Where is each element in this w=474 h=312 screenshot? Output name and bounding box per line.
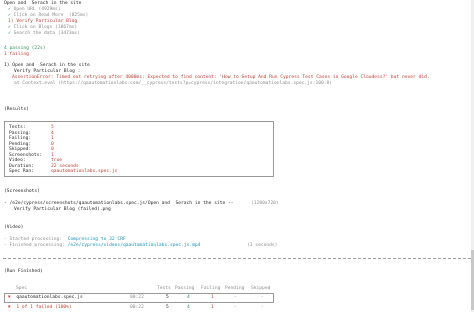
- results-box: Tests: 5 Passing: 4 Failing: 1 Pending: 0 Sk…: [4, 121, 274, 177]
- total-row: ✖ 1 of 1 failed (100%): [8, 305, 72, 311]
- spec-time: 00:22: [130, 295, 144, 300]
- screenshot-path: - /e2e/cypress/screenshots/qaautomationl…: [4, 201, 234, 206]
- terminal-window: Open and Serach in the site ✓ Open URL (…: [0, 0, 474, 312]
- test-item: ✓ Open URL (4929ms): [8, 7, 61, 12]
- spec-pending: -: [234, 295, 237, 300]
- check-icon: ✓: [8, 7, 11, 12]
- spec-skipped: -: [261, 295, 264, 300]
- screenshot-size: (1280x720): [251, 201, 279, 206]
- check-icon: ✓: [8, 25, 11, 30]
- section-divider: [3, 258, 471, 259]
- test-item: ✓ Search the data (3473ms): [8, 31, 80, 36]
- failing-summary: 1 failing: [4, 52, 29, 57]
- fail-x-icon: ✖: [8, 295, 11, 300]
- col-spec: Spec: [16, 286, 28, 291]
- suite-title: Open and Serach in the site: [4, 1, 82, 6]
- total-skipped: -: [261, 305, 264, 310]
- check-icon: ✓: [8, 13, 11, 18]
- col-failing: Failing: [201, 286, 221, 291]
- video-header: (Video): [4, 225, 24, 230]
- spec-name: qaautomationlabs.spec.js: [16, 295, 83, 300]
- error-location: at Context.eval (https://qaautomationlab…: [14, 81, 333, 86]
- total-tests: 5: [166, 305, 169, 310]
- total-label: 1 of 1 failed (100%): [16, 305, 72, 310]
- screenshots-header: (Screenshots): [4, 189, 40, 194]
- total-time: 00:22: [130, 305, 144, 310]
- results-row: Spec Ran: qaautomationlabs.spec.js: [9, 169, 118, 174]
- test-item: ✓ Click on Blogs (1867ms): [8, 25, 78, 30]
- failure-heading: 1) Open and Serach in the site: [4, 63, 90, 68]
- total-pending: -: [234, 305, 237, 310]
- fail-x-icon: ✖: [8, 305, 11, 310]
- test-item: 1) Verify Particular Blog: [8, 19, 78, 24]
- col-passing: Passing: [175, 286, 195, 291]
- video-start-line: - Started processing: Compressing to 32 …: [4, 237, 126, 242]
- failure-number: 1): [8, 19, 14, 24]
- total-failing: 1: [211, 305, 214, 310]
- check-icon: ✓: [8, 31, 11, 36]
- results-table: Tests: 5 Passing: 4 Failing: 1 Pending: 0 Sk…: [9, 125, 119, 175]
- passing-summary: 4 passing (22s): [4, 46, 46, 51]
- spec-failing: 1: [211, 295, 214, 300]
- spec-tests: 5: [166, 295, 169, 300]
- video-finish-time: (3 seconds): [247, 243, 278, 248]
- col-pending: Pending: [225, 286, 245, 291]
- spec-row: ✖ qaautomationlabs.spec.js: [8, 295, 83, 301]
- results-header: (Results): [4, 107, 29, 112]
- failure-test-name: Verify Particular Blog :: [14, 69, 81, 74]
- screenshot-filename: Verify Particular Blog (failed).png: [14, 207, 111, 212]
- test-item: ✓ Click on Read More (825ms): [8, 13, 89, 18]
- run-finished-header: (Run Finished): [4, 269, 43, 274]
- error-message: AssertionError: Timed out retrying after…: [12, 75, 430, 80]
- video-finish-line: - Finished processing: /e2e/cypress/vide…: [4, 243, 201, 248]
- total-passing: 4: [187, 305, 190, 310]
- col-tests: Tests: [157, 286, 171, 291]
- col-skipped: Skipped: [251, 286, 271, 291]
- spec-passing: 4: [187, 295, 190, 300]
